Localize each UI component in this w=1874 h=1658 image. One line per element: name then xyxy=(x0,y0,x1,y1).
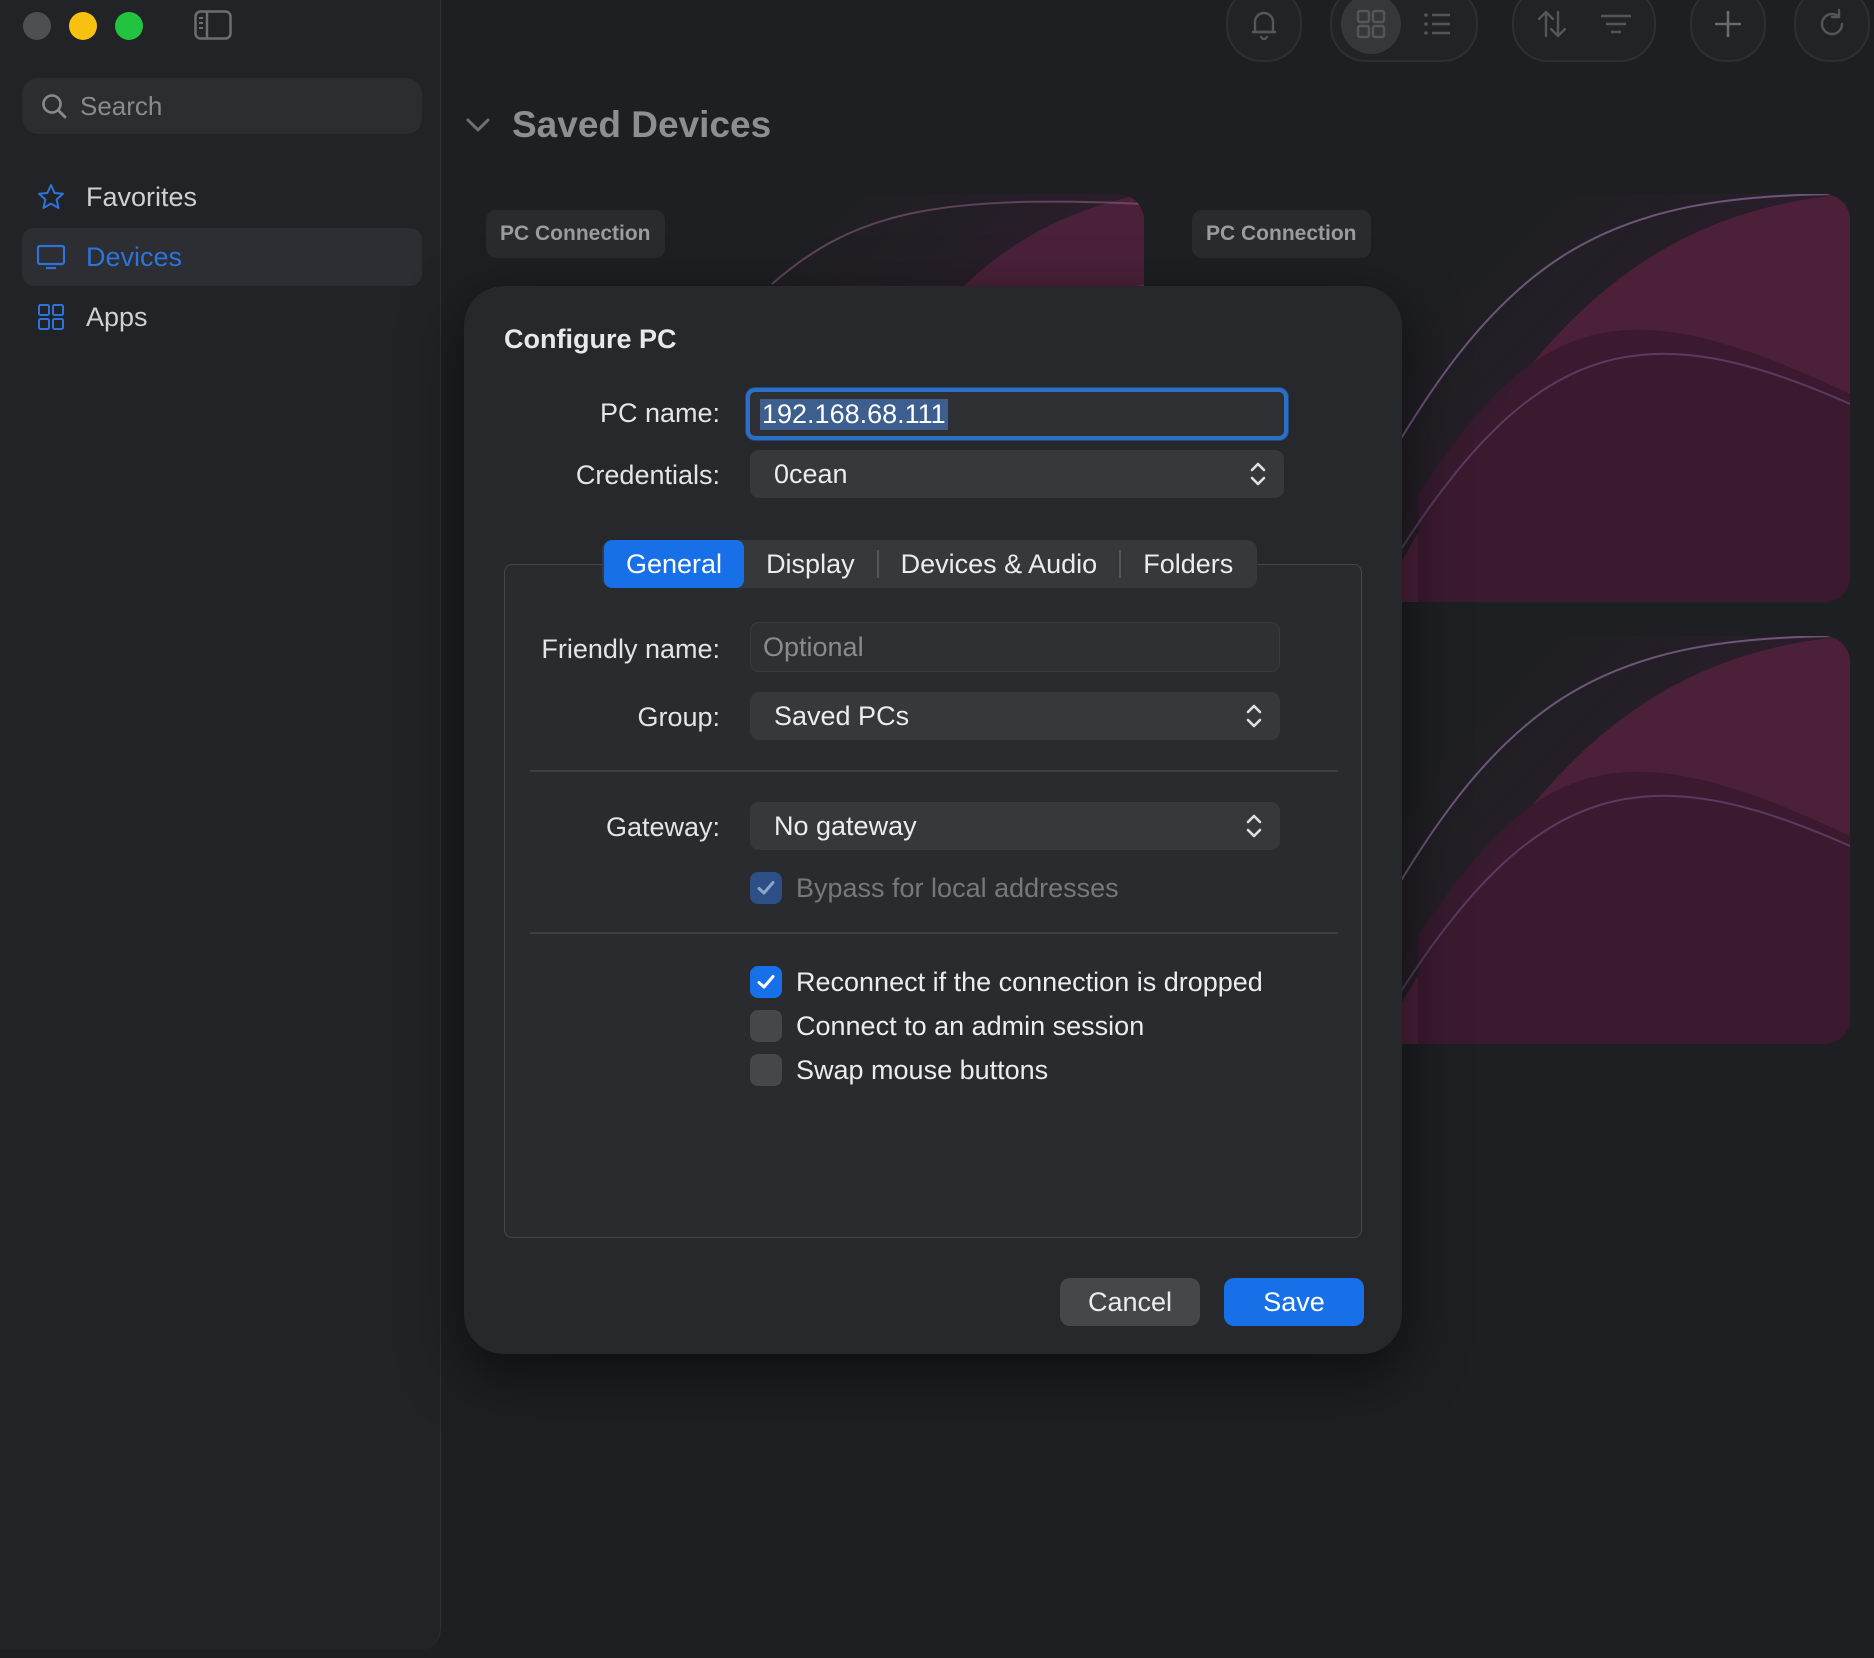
credentials-popup[interactable]: 0cean xyxy=(750,450,1284,498)
friendly-name-field[interactable] xyxy=(750,622,1280,672)
checkbox-box xyxy=(750,1054,782,1086)
apps-icon xyxy=(38,304,64,330)
gateway-popup[interactable]: No gateway xyxy=(750,802,1280,850)
friendly-name-label: Friendly name: xyxy=(541,634,720,664)
add-button[interactable] xyxy=(1690,0,1766,62)
gateway-value: No gateway xyxy=(774,810,917,841)
monitor-icon xyxy=(36,244,66,270)
window-controls xyxy=(23,12,143,40)
sidebar-toggle-icon[interactable] xyxy=(194,10,232,40)
dialog-title: Configure PC xyxy=(504,324,677,354)
admin-session-checkbox[interactable]: Connect to an admin session xyxy=(750,1010,1144,1042)
reconnect-checkbox[interactable]: Reconnect if the connection is dropped xyxy=(750,966,1263,998)
checkbox-box xyxy=(750,1010,782,1042)
checkbox-box xyxy=(750,872,782,904)
divider xyxy=(530,770,1338,772)
sidebar-item-favorites[interactable]: Favorites xyxy=(22,168,422,226)
checkbox-label: Swap mouse buttons xyxy=(796,1054,1049,1085)
pc-name-label: PC name: xyxy=(599,398,720,428)
sidebar-item-devices[interactable]: Devices xyxy=(22,228,422,286)
group-value: Saved PCs xyxy=(774,700,910,731)
section-header: Saved Devices xyxy=(462,104,771,146)
chevron-updown-icon xyxy=(1246,814,1262,838)
checkmark-icon xyxy=(757,881,775,895)
list-view-button[interactable] xyxy=(1407,0,1467,54)
search-field[interactable] xyxy=(22,78,422,134)
bell-icon xyxy=(1252,11,1276,41)
grid-view-button[interactable] xyxy=(1341,0,1401,54)
pc-name-value: 192.168.68.111 xyxy=(760,398,948,430)
sidebar: Favorites Devices Apps xyxy=(0,0,441,1650)
add-icon xyxy=(1715,11,1741,37)
swap-mouse-checkbox[interactable]: Swap mouse buttons xyxy=(750,1054,1048,1086)
notifications-button[interactable] xyxy=(1226,0,1302,62)
checkbox-label: Connect to an admin session xyxy=(796,1010,1145,1041)
star-icon xyxy=(38,184,64,209)
sidebar-nav: Favorites Devices Apps xyxy=(22,168,422,348)
tab-bar: General Display Devices & Audio Folders xyxy=(602,540,1258,588)
save-button[interactable]: Save xyxy=(1224,1278,1364,1326)
checkmark-icon xyxy=(757,975,775,989)
sidebar-item-label: Apps xyxy=(86,301,148,332)
gateway-label: Gateway: xyxy=(605,812,720,842)
search-icon xyxy=(42,94,67,119)
card-badge: PC Connection xyxy=(486,210,665,258)
filter-icon[interactable] xyxy=(1598,6,1634,42)
minimize-window-button[interactable] xyxy=(69,12,97,40)
chevron-down-icon[interactable] xyxy=(462,109,494,141)
tab-folders[interactable]: Folders xyxy=(1121,540,1255,588)
list-view-icon xyxy=(1424,13,1450,35)
sidebar-item-apps[interactable]: Apps xyxy=(22,288,422,346)
tab-devices-audio[interactable]: Devices & Audio xyxy=(879,540,1120,588)
checkbox-label: Reconnect if the connection is dropped xyxy=(796,966,1263,997)
pc-name-field[interactable]: 192.168.68.111 xyxy=(746,388,1288,440)
cancel-button[interactable]: Cancel xyxy=(1060,1278,1200,1326)
sidebar-item-label: Favorites xyxy=(86,181,198,212)
tab-general[interactable]: General xyxy=(604,540,745,588)
refresh-icon xyxy=(1820,8,1844,36)
group-popup[interactable]: Saved PCs xyxy=(750,692,1280,740)
refresh-button[interactable] xyxy=(1794,0,1870,62)
credentials-label: Credentials: xyxy=(575,460,720,490)
section-title: Saved Devices xyxy=(512,104,772,145)
sidebar-item-label: Devices xyxy=(86,241,183,272)
checkbox-box xyxy=(750,966,782,998)
maximize-window-button[interactable] xyxy=(115,12,143,40)
card-badge: PC Connection xyxy=(1192,210,1371,258)
sort-filter-group xyxy=(1512,0,1656,62)
chevron-updown-icon xyxy=(1250,462,1266,486)
group-label: Group: xyxy=(637,702,720,732)
chevron-updown-icon xyxy=(1246,704,1262,728)
sort-icon[interactable] xyxy=(1534,6,1570,42)
checkbox-label: Bypass for local addresses xyxy=(796,872,1119,903)
search-input[interactable] xyxy=(78,89,402,123)
credentials-value: 0cean xyxy=(774,458,848,489)
close-window-button[interactable] xyxy=(23,12,51,40)
bypass-checkbox: Bypass for local addresses xyxy=(750,872,1119,904)
tab-display[interactable]: Display xyxy=(744,540,877,588)
grid-view-icon xyxy=(1356,9,1386,39)
configure-pc-dialog: Configure PC PC name: 192.168.68.111 Cre… xyxy=(464,286,1402,1354)
app-window: Favorites Devices Apps xyxy=(0,0,1874,1658)
view-mode-segmented-control xyxy=(1330,0,1478,62)
divider xyxy=(530,932,1338,934)
